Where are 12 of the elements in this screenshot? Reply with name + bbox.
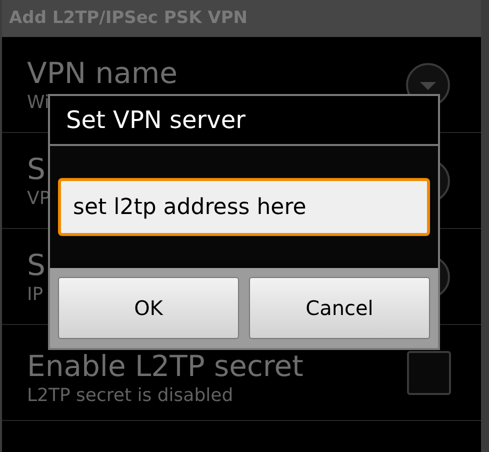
- server-field[interactable]: set l2tp address here: [58, 178, 430, 236]
- checkbox[interactable]: [407, 350, 451, 394]
- setting-title: S: [27, 246, 46, 282]
- setting-summary: L2TP secret is disabled: [27, 384, 234, 408]
- setting-title: VPN name: [27, 54, 178, 90]
- dialog-button[interactable]: OK: [58, 277, 239, 339]
- setting-title: S: [27, 150, 46, 186]
- dialog-button[interactable]: Cancel: [249, 277, 430, 339]
- setting-summary: IP: [27, 282, 44, 306]
- dialog-title: Set VPN server: [66, 105, 246, 136]
- setting-summary: Wi: [27, 90, 50, 114]
- setting-title: Enable L2TP secret: [27, 348, 304, 384]
